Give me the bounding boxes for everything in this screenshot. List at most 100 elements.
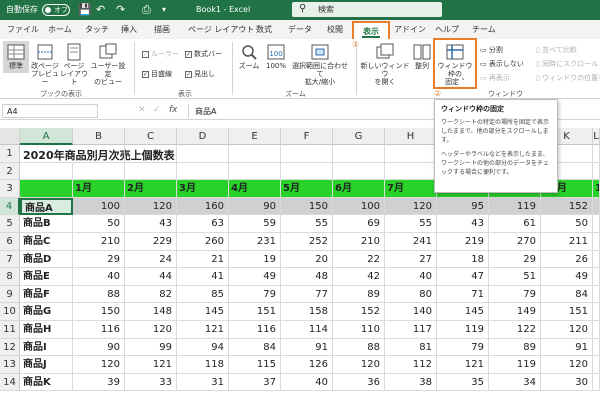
product-name-cell[interactable]: 商品E [20,268,73,286]
sales-value-cell[interactable]: 260 [177,233,229,251]
sales-value-cell[interactable]: 43 [125,215,177,233]
sales-value-cell[interactable]: 150 [73,303,125,321]
zoom-100-button[interactable]: 100 100% [263,43,289,70]
grid-cell[interactable] [593,197,600,216]
sales-value-cell[interactable]: 120 [125,321,177,339]
sales-value-cell[interactable]: 158 [281,303,333,321]
sales-value-cell[interactable]: 19 [229,250,281,269]
formula-bar-checkbox[interactable]: ✓ 数式バー [185,49,222,59]
sales-value-cell[interactable]: 84 [229,338,281,357]
customize-qat-icon[interactable]: ▾ [162,5,166,14]
sales-value-cell[interactable]: 44 [125,268,177,286]
sales-value-cell[interactable]: 100 [73,197,125,216]
sales-value-cell[interactable]: 118 [177,356,229,374]
tab-team[interactable]: チーム [472,24,496,35]
custom-views-button[interactable]: ユーザー設定 のビュー [88,43,128,86]
tab-file[interactable]: ファイル [7,24,39,35]
gridlines-checkbox[interactable]: ✓ 目盛線 [142,69,172,79]
sales-value-cell[interactable]: 120 [125,197,177,216]
grid-cell[interactable] [333,162,385,181]
insert-function-icon[interactable]: fx [169,105,178,115]
sales-value-cell[interactable]: 219 [437,233,489,251]
column-header[interactable]: E [229,128,281,145]
sales-value-cell[interactable]: 115 [229,356,281,374]
sales-value-cell[interactable]: 149 [489,303,541,321]
grid-cell[interactable] [593,303,600,321]
sales-value-cell[interactable]: 55 [385,215,437,233]
sales-value-cell[interactable]: 88 [73,285,125,304]
row-header[interactable]: 12 [0,338,20,357]
redo-icon[interactable]: ↷ [116,3,125,16]
sales-value-cell[interactable]: 210 [333,233,385,251]
split-button[interactable]: ▭ 分割 [480,45,503,55]
sales-value-cell[interactable]: 152 [541,197,593,216]
sales-value-cell[interactable]: 99 [125,338,177,357]
grid-cell[interactable] [593,338,600,357]
grid-cell[interactable] [73,162,125,181]
sales-value-cell[interactable]: 152 [333,303,385,321]
column-header[interactable]: H [385,128,437,145]
tab-data[interactable]: データ [288,24,312,35]
unhide-window-button[interactable]: ▭ 再表示 [480,73,510,83]
month-header[interactable]: 11 [593,180,600,198]
tab-view[interactable]: 表示 [352,21,390,39]
sales-value-cell[interactable]: 120 [541,321,593,339]
sales-value-cell[interactable]: 89 [489,338,541,357]
page-layout-view-button[interactable]: ページ レイアウト [60,43,88,86]
sales-value-cell[interactable]: 270 [489,233,541,251]
cancel-icon[interactable]: ✕ [138,105,146,115]
view-side-by-side-button[interactable]: ▯ 並べて比較 [536,45,577,55]
sales-value-cell[interactable]: 91 [281,338,333,357]
grid-cell[interactable] [125,162,177,181]
sales-value-cell[interactable]: 119 [437,321,489,339]
product-name-cell[interactable]: 商品H [20,321,73,339]
month-header[interactable]: 4月 [229,180,281,198]
product-name-cell[interactable]: 商品K [20,373,73,392]
product-name-cell[interactable]: 商品B [20,215,73,233]
print-preview-icon[interactable]: ⎙ [142,3,151,17]
sales-value-cell[interactable]: 91 [541,338,593,357]
sales-value-cell[interactable]: 36 [333,373,385,392]
row-header[interactable]: 3 [0,180,20,198]
row-header[interactable]: 2 [0,162,20,181]
sales-value-cell[interactable]: 39 [73,373,125,392]
sales-value-cell[interactable]: 116 [73,321,125,339]
sales-value-cell[interactable]: 120 [73,356,125,374]
sales-value-cell[interactable]: 37 [229,373,281,392]
enter-icon[interactable]: ✓ [153,105,161,115]
sales-value-cell[interactable]: 160 [177,197,229,216]
sales-value-cell[interactable]: 145 [177,303,229,321]
tab-draw[interactable]: 描画 [154,24,170,35]
zoom-to-selection-button[interactable]: 選択範囲に合わせて 拡大/縮小 [289,43,351,86]
sales-value-cell[interactable]: 110 [333,321,385,339]
tab-insert[interactable]: 挿入 [121,24,137,35]
sales-value-cell[interactable]: 20 [281,250,333,269]
zoom-button[interactable]: ズーム [236,43,262,70]
sales-value-cell[interactable]: 120 [333,356,385,374]
normal-view-button[interactable]: 標準 [3,41,29,73]
row-header[interactable]: 11 [0,321,20,339]
sales-value-cell[interactable]: 211 [541,233,593,251]
sales-value-cell[interactable]: 126 [281,356,333,374]
sales-value-cell[interactable]: 49 [229,268,281,286]
product-name-cell[interactable]: 商品F [20,285,73,304]
grid-cell[interactable] [20,162,73,181]
sales-value-cell[interactable]: 29 [73,250,125,269]
ruler-checkbox[interactable]: ✓ ルーラー [142,49,179,59]
grid-cell[interactable] [593,162,600,181]
sales-value-cell[interactable]: 77 [281,285,333,304]
grid-cell[interactable] [593,268,600,286]
sales-value-cell[interactable]: 26 [541,250,593,269]
sales-value-cell[interactable]: 41 [177,268,229,286]
sales-value-cell[interactable]: 121 [437,356,489,374]
sales-value-cell[interactable]: 48 [281,268,333,286]
freeze-panes-button[interactable]: ウィンドウ枠の 固定 ˅ [435,43,475,86]
product-name-cell[interactable]: 商品A [20,197,73,216]
column-header[interactable]: C [125,128,177,145]
sales-value-cell[interactable]: 47 [437,268,489,286]
row-header[interactable]: 4 [0,197,20,216]
grid-cell[interactable] [593,356,600,374]
select-all-corner[interactable] [0,128,20,145]
sales-value-cell[interactable]: 42 [333,268,385,286]
product-name-cell[interactable]: 商品C [20,233,73,251]
